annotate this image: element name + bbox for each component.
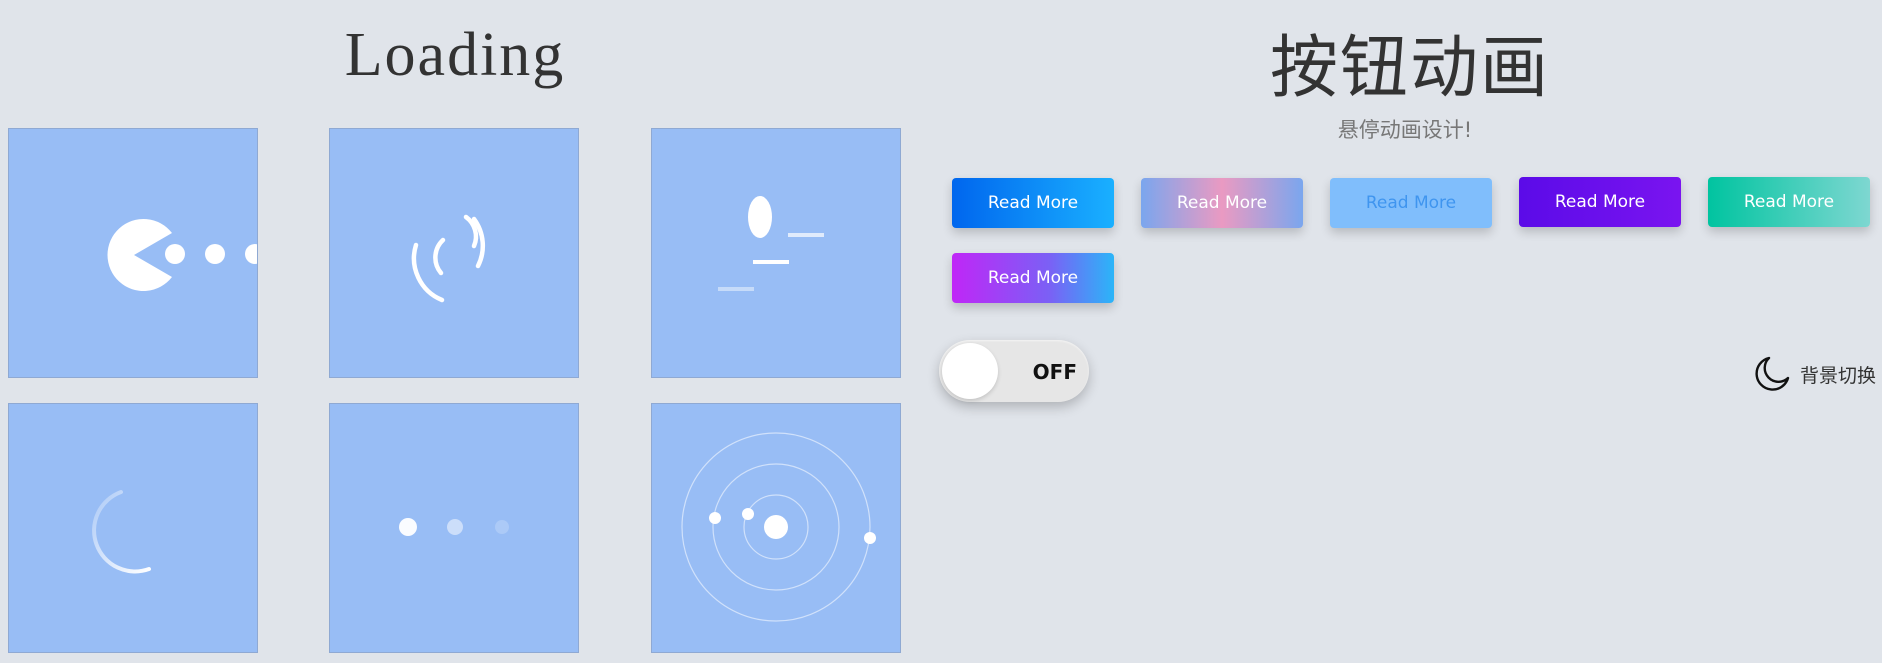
- loader-tile-signal: [329, 128, 579, 378]
- signal-arcs-loader-icon: [411, 214, 486, 303]
- button-animation-subtitle: 悬停动画设计!: [1337, 118, 1473, 142]
- loader-tile-pacman: [8, 128, 258, 378]
- button-animation-title: 按钮动画: [1269, 29, 1550, 108]
- read-more-button-pink[interactable]: Read More: [1141, 178, 1303, 228]
- loader-tile-bounce: [651, 128, 901, 378]
- background-switch-label: 背景切换: [1800, 364, 1877, 387]
- orbit-loader-icon: [681, 432, 876, 622]
- read-more-button-blue[interactable]: Read More: [952, 178, 1114, 228]
- three-dots-loader-icon: [399, 518, 509, 536]
- read-more-button-purple[interactable]: Read More: [1519, 177, 1681, 227]
- spinning-arc-loader-icon: [92, 490, 151, 574]
- loader-tile-orbit: [651, 403, 901, 653]
- read-more-button-teal[interactable]: Read More: [1708, 177, 1870, 227]
- bouncing-ball-loader-icon: [718, 196, 824, 291]
- moon-icon[interactable]: [1752, 354, 1792, 394]
- read-more-button-light-blue[interactable]: Read More: [1330, 178, 1492, 228]
- toggle-label: OFF: [1032, 360, 1077, 384]
- off-toggle-switch[interactable]: OFF: [939, 340, 1089, 402]
- toggle-knob[interactable]: [942, 343, 998, 399]
- pacman-loader-icon: [107, 219, 257, 291]
- loading-title: Loading: [344, 21, 566, 89]
- loader-tile-spinner: [8, 403, 258, 653]
- background-switch-button[interactable]: 背景切换: [1752, 354, 1876, 394]
- loader-tile-dots: [329, 403, 579, 653]
- read-more-button-magenta[interactable]: Read More: [952, 253, 1114, 303]
